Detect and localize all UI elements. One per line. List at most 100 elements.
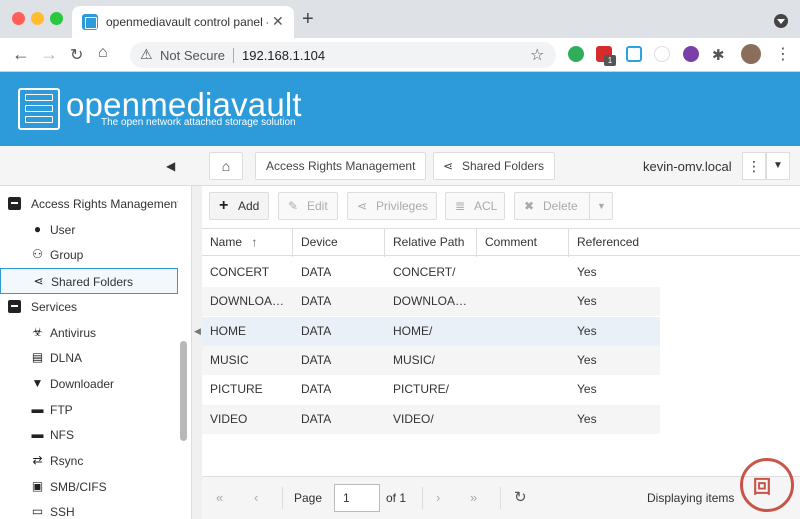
- column-header-referenced[interactable]: Referenced: [569, 229, 660, 257]
- delete-button-label: Delete: [543, 199, 578, 213]
- column-header-relative-path[interactable]: Relative Path: [385, 229, 477, 257]
- acl-button[interactable]: ≣ ACL: [445, 192, 505, 220]
- url-text[interactable]: 192.168.1.104: [242, 48, 325, 63]
- tab-search-icon[interactable]: [774, 14, 788, 28]
- sidebar-item-downloader[interactable]: ▼ Downloader: [0, 371, 178, 397]
- sidebar-splitter[interactable]: ◀: [192, 186, 202, 519]
- privileges-button[interactable]: ⋖ Privileges: [347, 192, 437, 220]
- home-icon[interactable]: ⌂: [209, 152, 243, 180]
- sidebar-item-antivirus[interactable]: ☣ Antivirus: [0, 320, 178, 346]
- biohazard-icon: ☣: [32, 324, 43, 339]
- rsync-icon: ⇄: [32, 453, 43, 467]
- sidebar-item-label: Services: [31, 299, 78, 314]
- next-page-icon[interactable]: ›: [436, 490, 440, 505]
- refresh-icon[interactable]: ↻: [514, 488, 527, 506]
- sidebar-item-group[interactable]: ⚇ Group: [0, 242, 178, 268]
- more-options-button[interactable]: ⋮: [742, 152, 766, 180]
- edit-button[interactable]: ✎ Edit: [278, 192, 338, 220]
- page-number-input[interactable]: 1: [334, 484, 380, 512]
- reload-icon[interactable]: ↻: [70, 45, 83, 65]
- sidebar-scrollbar[interactable]: [180, 341, 187, 441]
- sidebar-item-rsync[interactable]: ⇄ Rsync: [0, 448, 178, 474]
- first-page-icon[interactable]: «: [216, 490, 223, 505]
- group-icon: ⚇: [32, 247, 43, 262]
- warning-icon[interactable]: ⚠: [140, 46, 153, 63]
- sidebar-list: Access Rights Management ● User ⚇ Group ⋖ Shar…: [0, 186, 178, 519]
- table-cell-referenced: Yes: [577, 352, 597, 367]
- sidebar-item-ssh[interactable]: ▭ SSH: [0, 499, 178, 519]
- sidebar-item-services[interactable]: Services: [0, 294, 178, 320]
- delete-dropdown-icon[interactable]: ▼: [597, 193, 606, 219]
- security-label[interactable]: Not Secure: [160, 48, 225, 63]
- breadcrumb-shared-folders[interactable]: ⋖ Shared Folders: [433, 152, 556, 180]
- sidebar-item-nfs[interactable]: ▬ NFS: [0, 422, 178, 448]
- splitter-arrow-icon[interactable]: ◀: [194, 326, 201, 337]
- column-header-name[interactable]: Name ↑: [202, 229, 293, 257]
- table-cell-relative-path: DOWNLOA…: [393, 294, 468, 309]
- sidebar-item-label: User: [50, 222, 76, 237]
- colors-extension-icon[interactable]: [683, 46, 699, 62]
- close-tab-icon[interactable]: ✕: [272, 13, 284, 30]
- dropdown-button[interactable]: ▼: [766, 152, 790, 180]
- sidebar-item-label: DLNA: [50, 351, 83, 366]
- table-row[interactable]: PICTURE DATA PICTURE/Yes: [202, 375, 660, 404]
- table-row[interactable]: DOWNLOA… DATA DOWNLOA… Yes: [202, 287, 660, 317]
- omv-favicon-icon: [82, 14, 98, 30]
- last-page-icon[interactable]: »: [470, 490, 477, 505]
- bookmark-star-icon[interactable]: ☆: [530, 45, 544, 65]
- collapse-sidebar-icon[interactable]: ◀: [166, 159, 175, 173]
- home-browser-icon[interactable]: ⌂: [98, 44, 108, 62]
- browser-menu-icon[interactable]: ⋮: [775, 44, 791, 64]
- table-cell-name: VIDEO: [210, 411, 248, 426]
- sidebar-item-user[interactable]: ● User: [0, 217, 178, 243]
- record-extension-icon[interactable]: [654, 46, 670, 62]
- paging-status: Displaying items: [647, 491, 735, 505]
- table-row[interactable]: MUSIC DATA MUSIC/Yes: [202, 345, 660, 375]
- sidebar-item-label: Shared Folders: [51, 275, 134, 290]
- address-bar[interactable]: ⚠ Not Secure 192.168.1.104 ☆: [130, 42, 556, 68]
- privileges-button-label: Privileges: [376, 199, 429, 213]
- table-cell-device: DATA: [301, 382, 332, 397]
- sidebar-item-access-rights-management[interactable]: Access Rights Management: [0, 191, 178, 217]
- table-cell-referenced: Yes: [577, 265, 597, 279]
- seal-glyph: 回: [753, 477, 771, 497]
- sidebar-item-label: NFS: [50, 428, 74, 443]
- table-row[interactable]: VIDEO DATA VIDEO/Yes: [202, 404, 660, 434]
- table-cell-device: DATA: [301, 323, 332, 338]
- browser-tab[interactable]: openmediavault control panel - ✕: [72, 6, 294, 38]
- table-cell-relative-path: HOME/: [393, 323, 433, 338]
- sidebar-item-smb-cifs[interactable]: ▣ SMB/CIFS: [0, 474, 178, 500]
- minimize-window-button[interactable]: [31, 12, 44, 25]
- sidebar-item-label: Rsync: [50, 454, 84, 468]
- previous-page-icon[interactable]: ‹: [254, 490, 258, 505]
- sidebar-item-label: SSH: [50, 505, 75, 519]
- column-header-device[interactable]: Device: [293, 229, 385, 257]
- close-window-button[interactable]: [12, 12, 25, 25]
- table-cell-comment: [477, 346, 569, 375]
- tab-title: openmediavault control panel -: [106, 15, 268, 29]
- new-tab-button[interactable]: +: [302, 8, 314, 31]
- column-header-comment[interactable]: Comment: [477, 229, 569, 257]
- forward-icon[interactable]: →: [40, 44, 58, 65]
- breadcrumb-access-rights[interactable]: Access Rights Management: [255, 152, 427, 180]
- column-name-label: Name: [210, 235, 243, 249]
- screenshot-extension-icon[interactable]: [626, 46, 642, 62]
- sidebar-item-ftp[interactable]: ▬ FTP: [0, 397, 178, 423]
- evernote-extension-icon[interactable]: [568, 46, 584, 62]
- sidebar-item-label: Downloader: [50, 376, 115, 391]
- back-icon[interactable]: ←: [12, 44, 30, 65]
- delete-button[interactable]: ✖ Delete ▼: [514, 192, 613, 220]
- add-button[interactable]: + Add: [209, 192, 269, 220]
- table-cell-name: HOME: [210, 323, 246, 338]
- table-row[interactable]: CONCERT DATA CONCERT/Yes: [202, 258, 660, 287]
- extensions-puzzle-icon[interactable]: ✱: [712, 46, 725, 64]
- shared-folders-grid: Name ↑ Device Relative Path Comment Refe…: [202, 228, 800, 476]
- table-cell-name: CONCERT: [210, 265, 270, 279]
- maximize-window-button[interactable]: [50, 12, 63, 25]
- table-cell-device: DATA: [301, 352, 332, 367]
- sidebar-item-dlna[interactable]: ▤ DLNA: [0, 345, 178, 371]
- sidebar-item-shared-folders[interactable]: ⋖ Shared Folders: [0, 268, 178, 295]
- profile-avatar[interactable]: [741, 44, 761, 64]
- table-row[interactable]: HOME DATA HOME/Yes: [202, 316, 660, 346]
- watermark-seal: 回: [740, 458, 794, 512]
